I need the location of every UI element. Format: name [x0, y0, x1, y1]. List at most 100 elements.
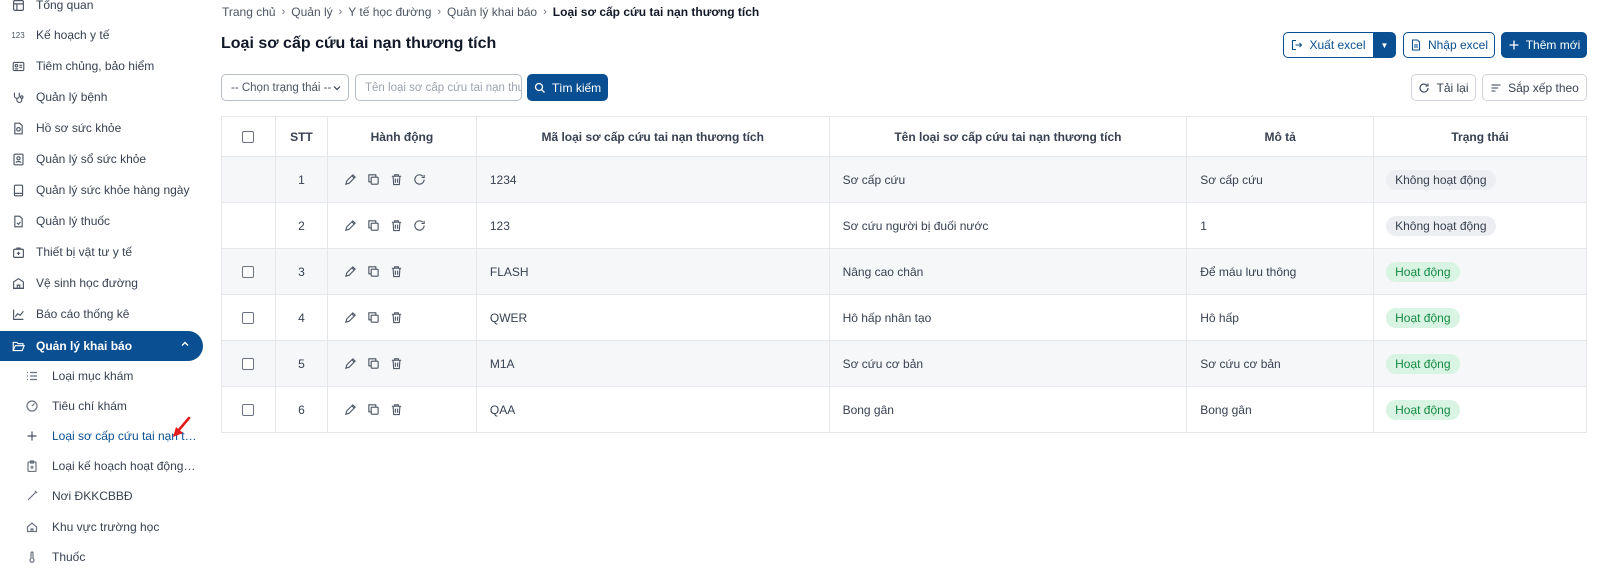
sidebar-sub-label: Nơi ĐKKCBBĐ — [52, 489, 133, 503]
dashboard-icon — [11, 0, 25, 12]
delete-icon[interactable] — [390, 357, 404, 371]
edit-icon[interactable] — [344, 173, 358, 187]
copy-icon[interactable] — [367, 311, 381, 325]
sidebar-item-suc-khoe-hang-ngay[interactable]: Quản lý sức khỏe hàng ngày — [0, 176, 204, 204]
cell-description: 1 — [1186, 202, 1375, 249]
cell-description: Sơ cứu cơ bản — [1186, 340, 1375, 387]
sidebar-item-quan-ly-thuoc[interactable]: Quản lý thuốc — [0, 207, 204, 235]
sidebar-item-label: Thiết bị vật tư y tế — [36, 245, 133, 259]
status-badge: Hoạt động — [1386, 353, 1460, 374]
edit-icon[interactable] — [344, 265, 358, 279]
sidebar-item-label: Kế hoạch y tế — [36, 28, 110, 42]
sidebar-sub-label: Tiêu chí khám — [52, 399, 127, 413]
restore-icon[interactable] — [413, 219, 427, 233]
copy-icon[interactable] — [367, 403, 381, 417]
sidebar-item-label: Quản lý thuốc — [36, 214, 111, 228]
chevron-right-icon: › — [437, 6, 442, 18]
chevron-right-icon: › — [281, 6, 286, 18]
sidebar-sub-loai-muc-kham[interactable]: Loại mục khám — [0, 363, 204, 389]
sidebar-sub-noi-dkkcbbd[interactable]: Nơi ĐKKCBBĐ — [0, 483, 204, 509]
row-checkbox-cell — [221, 248, 276, 295]
import-excel-button[interactable]: Nhập excel — [1403, 32, 1495, 58]
cell-name: Sơ cứu người bị đuối nước — [828, 202, 1188, 249]
copy-icon[interactable] — [367, 173, 381, 187]
restore-icon[interactable] — [413, 173, 427, 187]
sidebar-item-ho-so-suc-khoe[interactable]: Hồ sơ sức khỏe — [0, 114, 204, 142]
delete-icon[interactable] — [390, 311, 404, 325]
edit-icon[interactable] — [344, 219, 358, 233]
sidebar-item-tiem-chung[interactable]: Tiêm chủng, bảo hiểm — [0, 52, 204, 80]
breadcrumb-item[interactable]: Quản lý khai báo — [447, 5, 537, 19]
contact-book-icon — [11, 152, 25, 166]
copy-icon[interactable] — [367, 219, 381, 233]
cell-code: 1234 — [475, 156, 830, 203]
delete-icon[interactable] — [390, 219, 404, 233]
row-checkbox[interactable] — [242, 312, 255, 325]
search-button[interactable]: Tìm kiếm — [527, 74, 608, 101]
add-new-button[interactable]: Thêm mới — [1501, 32, 1587, 58]
sidebar-item-quan-ly-benh[interactable]: Quản lý bệnh — [0, 83, 204, 111]
table-row: 1 1234 Sơ cấp cứu Sơ cấp cứu Không hoạt động — [221, 156, 1587, 203]
import-excel-label: Nhập excel — [1427, 38, 1489, 52]
breadcrumb-item[interactable]: Quản lý — [291, 5, 332, 19]
sidebar-sub-label: Thuốc — [52, 550, 86, 564]
sidebar-item-label: Tiêm chủng, bảo hiểm — [36, 59, 155, 73]
search-button-label: Tìm kiếm — [551, 80, 602, 95]
column-header: Hành động — [326, 116, 477, 157]
row-checkbox-cell — [221, 294, 276, 341]
sidebar-item-label: Báo cáo thống kê — [36, 307, 130, 321]
sidebar-sub-thuoc[interactable]: Thuốc — [0, 544, 204, 570]
row-checkbox-cell — [221, 202, 276, 249]
medicine-file-icon — [11, 214, 25, 228]
status-select[interactable]: -- Chọn trạng thái -- — [221, 74, 349, 101]
cell-code: M1A — [475, 340, 830, 387]
sidebar-item-quan-ly-khai-bao[interactable]: Quản lý khai báo — [0, 331, 203, 361]
edit-icon[interactable] — [344, 403, 358, 417]
edit-icon[interactable] — [344, 311, 358, 325]
cell-description: Sơ cấp cứu — [1186, 156, 1375, 203]
cell-actions — [326, 386, 477, 433]
chevron-right-icon: › — [543, 6, 547, 18]
row-checkbox[interactable] — [242, 358, 255, 371]
export-excel-button[interactable]: Xuất excel — [1283, 32, 1374, 58]
sidebar-sub-label: Loại mục khám — [52, 369, 134, 383]
reload-label: Tải lại — [1436, 80, 1469, 95]
breadcrumb: Trang chủ › Quản lý › Y tế học đường › Q… — [222, 5, 759, 19]
sidebar-item-bao-cao-thong-ke[interactable]: Báo cáo thống kê — [0, 300, 204, 328]
breadcrumb-item[interactable]: Trang chủ — [222, 5, 276, 19]
sidebar-sub-loai-ke-hoach[interactable]: Loại kế hoạch hoạt động y tế — [0, 453, 204, 479]
select-all-checkbox[interactable] — [242, 131, 255, 144]
chevron-down-icon — [333, 86, 341, 91]
sidebar-item-label: Quản lý bệnh — [36, 90, 108, 104]
sidebar-item-tong-quan[interactable]: Tổng quan — [0, 0, 204, 19]
sidebar-item-ve-sinh-hoc-duong[interactable]: Vệ sinh học đường — [0, 269, 204, 297]
status-badge: Hoạt động — [1386, 261, 1460, 282]
sidebar-item-ke-hoach-y-te[interactable]: 123 Kế hoạch y tế — [0, 21, 204, 49]
breadcrumb-current: Loại sơ cấp cứu tai nạn thương tích — [552, 5, 760, 19]
chevron-up-icon[interactable] — [179, 338, 191, 350]
cell-stt: 3 — [274, 248, 328, 295]
sidebar-sub-khu-vuc-truong-hoc[interactable]: Khu vực trường học — [0, 514, 204, 540]
copy-icon[interactable] — [367, 265, 381, 279]
delete-icon[interactable] — [390, 173, 404, 187]
delete-icon[interactable] — [390, 403, 404, 417]
row-checkbox[interactable] — [242, 266, 255, 279]
sidebar-item-label: Quản lý sức khỏe hàng ngày — [36, 183, 190, 197]
cell-stt: 2 — [274, 202, 328, 249]
sort-label: Sắp xếp theo — [1508, 80, 1579, 95]
export-dropdown-button[interactable]: ▼ — [1373, 32, 1396, 58]
search-input[interactable] — [355, 74, 522, 101]
edit-icon[interactable] — [344, 357, 358, 371]
copy-icon[interactable] — [367, 357, 381, 371]
chevron-right-icon: › — [338, 6, 343, 18]
sidebar-item-thiet-bi-vat-tu[interactable]: Thiết bị vật tư y tế — [0, 238, 204, 266]
breadcrumb-item[interactable]: Y tế học đường — [348, 5, 431, 19]
sort-button[interactable]: Sắp xếp theo — [1482, 74, 1587, 101]
sidebar-item-so-suc-khoe[interactable]: Quản lý sổ sức khỏe — [0, 145, 204, 173]
delete-icon[interactable] — [390, 265, 404, 279]
plus-icon — [1509, 40, 1519, 50]
row-checkbox[interactable] — [242, 404, 255, 417]
reload-button[interactable]: Tải lại — [1411, 74, 1476, 101]
sidebar-sub-label: Loại kế hoạch hoạt động y tế — [52, 459, 197, 473]
cell-description: Để máu lưu thông — [1186, 248, 1375, 295]
